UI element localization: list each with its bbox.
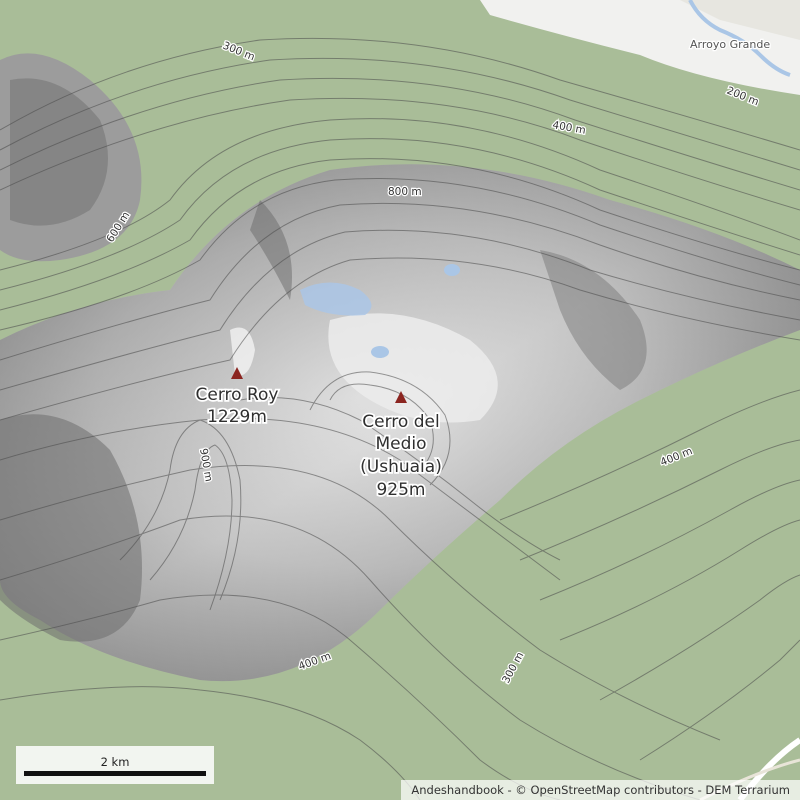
scale-bar-line — [24, 771, 206, 776]
peak-name: Cerro Roy — [196, 385, 279, 405]
topographic-map[interactable]: 300 m 200 m 400 m 800 m 600 m 900 m 400 … — [0, 0, 800, 800]
contour-label: 800 m — [388, 186, 422, 198]
map-attribution: Andeshandbook - © OpenStreetMap contribu… — [401, 780, 800, 800]
lake — [371, 346, 389, 358]
peak-elevation: 925m — [376, 480, 425, 500]
peak-name: (Ushuaia) — [360, 457, 442, 477]
lake — [444, 264, 460, 276]
place-label-arroyo-grande: Arroyo Grande — [690, 38, 770, 51]
peak-name: Cerro del — [362, 412, 439, 432]
scale-bar-label: 2 km — [100, 755, 130, 769]
peak-elevation: 1229m — [207, 407, 267, 427]
peak-name: Medio — [375, 434, 426, 454]
scale-bar: 2 km — [16, 746, 214, 784]
